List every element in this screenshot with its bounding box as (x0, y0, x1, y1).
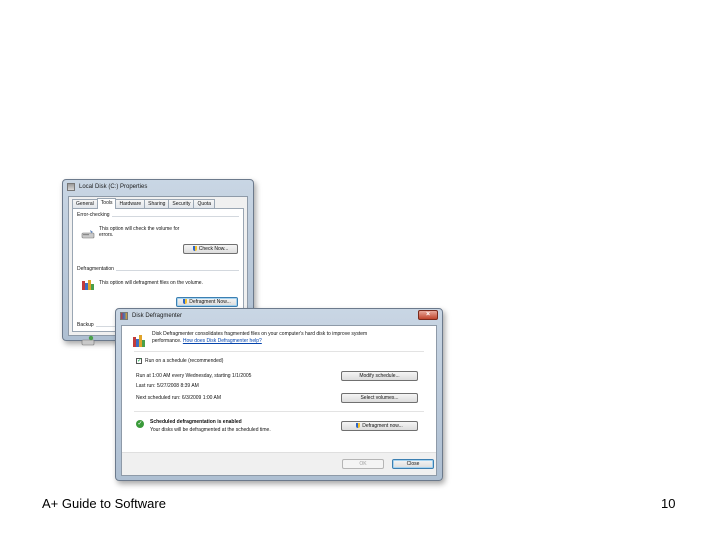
defragment-now-button-main[interactable]: Defragment now... (341, 421, 418, 431)
defragment-now-button[interactable]: Defragment Now... (176, 297, 238, 307)
close-button[interactable]: Close (392, 459, 434, 469)
tab-tools[interactable]: Tools (96, 198, 117, 209)
help-link[interactable]: How does Disk Defragmenter help? (183, 338, 262, 344)
intro-line1: Disk Defragmenter consolidates fragmente… (152, 331, 368, 337)
check-now-label: Check Now... (198, 246, 229, 252)
divider (134, 351, 424, 352)
defragment-now-label: Defragment Now... (189, 299, 231, 305)
defrag-title: Disk Defragmenter (132, 313, 183, 319)
defrag-window: Disk Defragmenter × Disk Defragmenter co… (115, 308, 443, 481)
schedule-checkbox[interactable]: ✓ (136, 358, 142, 364)
last-run-text: Last run: 5/27/2008 8:39 AM (136, 383, 199, 389)
divider (134, 411, 424, 412)
page-number: 10 (661, 496, 676, 511)
status-text: Your disks will be defragmented at the s… (150, 427, 271, 433)
ok-button[interactable]: OK (342, 459, 384, 469)
next-run-text: Next scheduled run: 6/3/2009 1:00 AM (136, 395, 222, 401)
defragmentation-text: This option will defragment files on the… (99, 280, 203, 286)
checkmark-icon: ✓ (136, 420, 144, 428)
close-icon[interactable]: × (418, 310, 438, 320)
error-checking-line2: errors. (99, 232, 114, 238)
error-checking-text: This option will check the volume for er… (99, 226, 179, 238)
intro-prefix: performance. (152, 338, 182, 344)
error-checking-label: Error-checking (77, 212, 112, 218)
defrag-icon (82, 280, 94, 290)
status-title: Scheduled defragmentation is enabled (150, 419, 242, 425)
slide-footer-text: A+ Guide to Software (42, 496, 166, 511)
shield-icon (192, 246, 197, 251)
drive-icon (67, 183, 75, 191)
properties-titlebar[interactable]: Local Disk (C:) Properties (63, 180, 253, 194)
defrag-app-icon (133, 335, 145, 347)
defragmentation-group: Defragmentation This option will defragm… (77, 266, 239, 313)
check-now-button[interactable]: Check Now... (183, 244, 238, 254)
properties-title: Local Disk (C:) Properties (79, 184, 148, 190)
run-at-text: Run at 1:00 AM every Wednesday, starting… (136, 373, 252, 379)
shield-icon (356, 423, 361, 428)
defrag-now-label: Defragment now... (362, 423, 403, 429)
error-checking-group: Error-checking This option will check th… (77, 212, 239, 257)
schedule-checkbox-label: Run on a schedule (recommended) (145, 358, 224, 364)
defrag-title-icon (120, 312, 128, 320)
disk-check-icon (81, 230, 95, 239)
select-volumes-button[interactable]: Select volumes... (341, 393, 418, 403)
intro-line2: performance. How does Disk Defragmenter … (152, 338, 262, 344)
shield-icon (183, 299, 188, 304)
dialog-footer: OK Close (122, 452, 436, 475)
defrag-titlebar[interactable]: Disk Defragmenter × (116, 309, 442, 323)
defragmentation-label: Defragmentation (77, 266, 116, 272)
defrag-content: Disk Defragmenter consolidates fragmente… (121, 325, 437, 476)
backup-icon (81, 335, 95, 346)
backup-label: Backup (77, 322, 96, 328)
modify-schedule-button[interactable]: Modify schedule... (341, 371, 418, 381)
